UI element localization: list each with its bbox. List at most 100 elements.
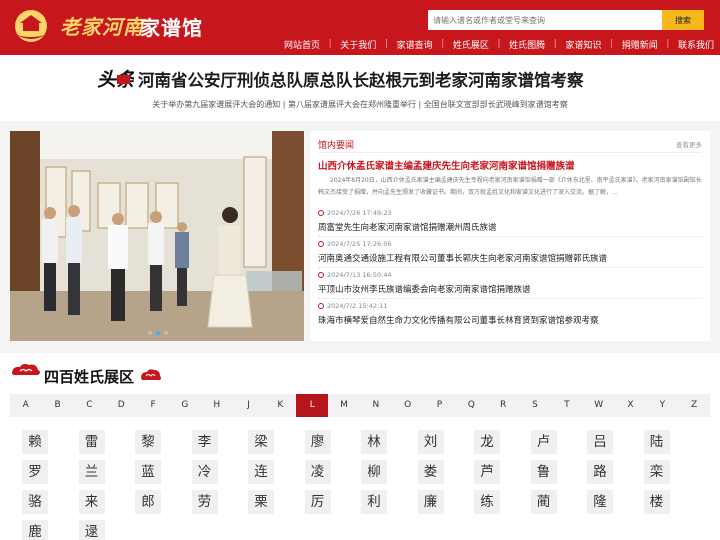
nav-item-donation-news[interactable]: 捐赠新闻 bbox=[622, 38, 658, 51]
surname-link[interactable]: 罗 bbox=[22, 460, 48, 484]
surname-link[interactable]: 兰 bbox=[78, 460, 105, 484]
surname-link[interactable]: 利 bbox=[361, 490, 387, 514]
news-link[interactable]: 珠海市横琴爱自然生命力文化传播有限公司董事长林育贤到家谱馆参观考察 bbox=[318, 314, 702, 326]
surname-link[interactable]: 林 bbox=[361, 430, 387, 454]
surname-link[interactable]: 赖 bbox=[22, 430, 48, 454]
letter-filter-j[interactable]: J bbox=[233, 394, 265, 417]
letter-filter-q[interactable]: Q bbox=[456, 394, 488, 417]
letter-filter-l[interactable]: L bbox=[296, 394, 328, 417]
letter-filter-k[interactable]: K bbox=[265, 394, 297, 417]
surname-link[interactable]: 刘 bbox=[417, 430, 444, 454]
headline-section: 头条 河南省公安厅刑侦总队原总队长赵根元到老家河南家谱馆考察 关于举办第九届家谱… bbox=[0, 55, 720, 121]
exhibition-hall-photo bbox=[10, 131, 304, 341]
letter-filter-z[interactable]: Z bbox=[678, 394, 710, 417]
surname-link[interactable]: 吕 bbox=[587, 430, 613, 454]
news-link[interactable]: 平顶山市汝州李氏族谱编委会向老家河南家谱馆捐赠族谱 bbox=[318, 283, 702, 295]
main-content: 馆内要闻 查看更多 山西介休孟氏家谱主编孟建庆先生向老家河南家谱馆捐赠族谱 20… bbox=[0, 121, 720, 353]
news-link[interactable]: 周富堂先生向老家河南家谱馆捐赠潮州周氏族谱 bbox=[318, 221, 702, 233]
letter-filter-c[interactable]: C bbox=[74, 394, 106, 417]
nav-separator: | bbox=[553, 39, 557, 49]
letter-filter-h[interactable]: H bbox=[201, 394, 233, 417]
letter-filter-d[interactable]: D bbox=[105, 394, 137, 417]
surname-link[interactable]: 连 bbox=[248, 460, 274, 484]
surname-link[interactable]: 栾 bbox=[643, 460, 670, 484]
nav-item-surname-exhibit[interactable]: 姓氏展区 bbox=[453, 38, 489, 51]
letter-filter-m[interactable]: M bbox=[328, 394, 360, 417]
surname-link[interactable]: 骆 bbox=[22, 490, 48, 514]
letter-filter-s[interactable]: S bbox=[519, 394, 551, 417]
news-more-link[interactable]: 查看更多 bbox=[676, 139, 702, 149]
headline-subline[interactable]: 关于举办第九届家谱展评大会的通知 | 第八届家谱展评大会在郑州隆重举行 | 全国… bbox=[0, 99, 720, 110]
surname-link[interactable]: 栗 bbox=[248, 490, 274, 514]
letter-filter-b[interactable]: B bbox=[42, 394, 74, 417]
clock-icon bbox=[318, 241, 324, 247]
news-link[interactable]: 河南奥通交通设施工程有限公司董事长郭庆生向老家河南家谱馆捐赠郭氏族谱 bbox=[318, 252, 702, 264]
news-date: 2024/7/25 17:26:06 bbox=[318, 239, 702, 249]
slider-dot[interactable] bbox=[164, 331, 168, 335]
letter-index: ABCDFGHJKLMNOPQRSTWXYZ bbox=[10, 394, 710, 417]
photo-slider[interactable] bbox=[10, 131, 304, 341]
nav-item-about[interactable]: 关于我们 bbox=[340, 38, 376, 51]
surname-link[interactable]: 蓝 bbox=[135, 460, 161, 484]
letter-filter-r[interactable]: R bbox=[487, 394, 519, 417]
letter-filter-a[interactable]: A bbox=[10, 394, 42, 417]
surname-link[interactable]: 来 bbox=[78, 490, 105, 514]
surname-link[interactable]: 卢 bbox=[530, 430, 557, 454]
surname-link[interactable]: 龙 bbox=[474, 430, 500, 454]
search-input[interactable] bbox=[428, 10, 664, 30]
letter-filter-p[interactable]: P bbox=[424, 394, 456, 417]
headline-badge-icon: 头条 bbox=[97, 69, 134, 91]
letter-filter-n[interactable]: N bbox=[360, 394, 392, 417]
nav-item-home[interactable]: 网站首页 bbox=[284, 38, 320, 51]
featured-news-title[interactable]: 山西介休孟氏家谱主编孟建庆先生向老家河南家谱馆捐赠族谱 bbox=[318, 158, 575, 172]
letter-filter-o[interactable]: O bbox=[392, 394, 424, 417]
headline-title[interactable]: 河南省公安厅刑侦总队原总队长赵根元到老家河南家谱馆考察 bbox=[138, 67, 584, 91]
surname-link[interactable]: 芦 bbox=[474, 460, 500, 484]
surname-link[interactable]: 廉 bbox=[417, 490, 444, 514]
letter-filter-w[interactable]: W bbox=[583, 394, 615, 417]
surname-link[interactable]: 梁 bbox=[248, 430, 274, 454]
surname-section: 四百姓氏展区 ABCDFGHJKLMNOPQRSTWXYZ 赖 雷 黎 李 梁 廖 林 刘 龙 卢… bbox=[0, 353, 720, 540]
site-logo[interactable]: 老家河南 家谱馆 bbox=[12, 7, 207, 47]
nav-item-contact[interactable]: 联系我们 bbox=[678, 38, 714, 51]
surname-link[interactable]: 练 bbox=[474, 490, 500, 514]
letter-filter-x[interactable]: X bbox=[615, 394, 647, 417]
auspicious-cloud-icon bbox=[141, 369, 161, 380]
surname-link[interactable]: 黎 bbox=[135, 430, 161, 454]
surname-link[interactable]: 鲁 bbox=[530, 460, 557, 484]
surname-link[interactable]: 鹿 bbox=[22, 520, 48, 540]
surname-link[interactable]: 路 bbox=[587, 460, 613, 484]
letter-filter-t[interactable]: T bbox=[551, 394, 583, 417]
surname-link[interactable]: 廖 bbox=[304, 430, 331, 454]
news-item: 2024/7/2 15:42:11 珠海市横琴爱自然生命力文化传播有限公司董事长… bbox=[318, 299, 702, 330]
logo-script: 老家河南 bbox=[60, 15, 144, 39]
surname-link[interactable]: 蔺 bbox=[530, 490, 557, 514]
surname-link[interactable]: 冷 bbox=[191, 460, 218, 484]
search-button[interactable]: 搜索 bbox=[662, 10, 704, 30]
surname-section-title: 四百姓氏展区 bbox=[44, 368, 135, 386]
letter-filter-f[interactable]: F bbox=[137, 394, 169, 417]
surname-link[interactable]: 隆 bbox=[587, 490, 613, 514]
nav-separator: | bbox=[328, 39, 332, 49]
slider-dot-active[interactable] bbox=[156, 331, 160, 335]
surname-link[interactable]: 逯 bbox=[78, 520, 105, 540]
slider-dot[interactable] bbox=[148, 331, 152, 335]
nav-separator: | bbox=[497, 39, 501, 49]
surname-link[interactable]: 李 bbox=[191, 430, 218, 454]
surname-link[interactable]: 楼 bbox=[643, 490, 670, 514]
nav-item-surname-totem[interactable]: 姓氏图腾 bbox=[509, 38, 545, 51]
surname-link[interactable]: 柳 bbox=[361, 460, 387, 484]
surname-link[interactable]: 劳 bbox=[191, 490, 218, 514]
nav-separator: | bbox=[384, 39, 388, 49]
nav-item-genealogy-knowledge[interactable]: 家谱知识 bbox=[565, 38, 601, 51]
letter-filter-g[interactable]: G bbox=[169, 394, 201, 417]
surname-link[interactable]: 厉 bbox=[304, 490, 331, 514]
surname-link[interactable]: 郎 bbox=[135, 490, 161, 514]
surname-link[interactable]: 凌 bbox=[304, 460, 331, 484]
letter-filter-y[interactable]: Y bbox=[647, 394, 679, 417]
surname-link[interactable]: 娄 bbox=[417, 460, 444, 484]
nav-item-genealogy-search[interactable]: 家谱查询 bbox=[397, 38, 433, 51]
surname-link[interactable]: 陆 bbox=[643, 430, 670, 454]
surname-link[interactable]: 雷 bbox=[78, 430, 105, 454]
logo-name: 家谱馆 bbox=[140, 16, 203, 40]
